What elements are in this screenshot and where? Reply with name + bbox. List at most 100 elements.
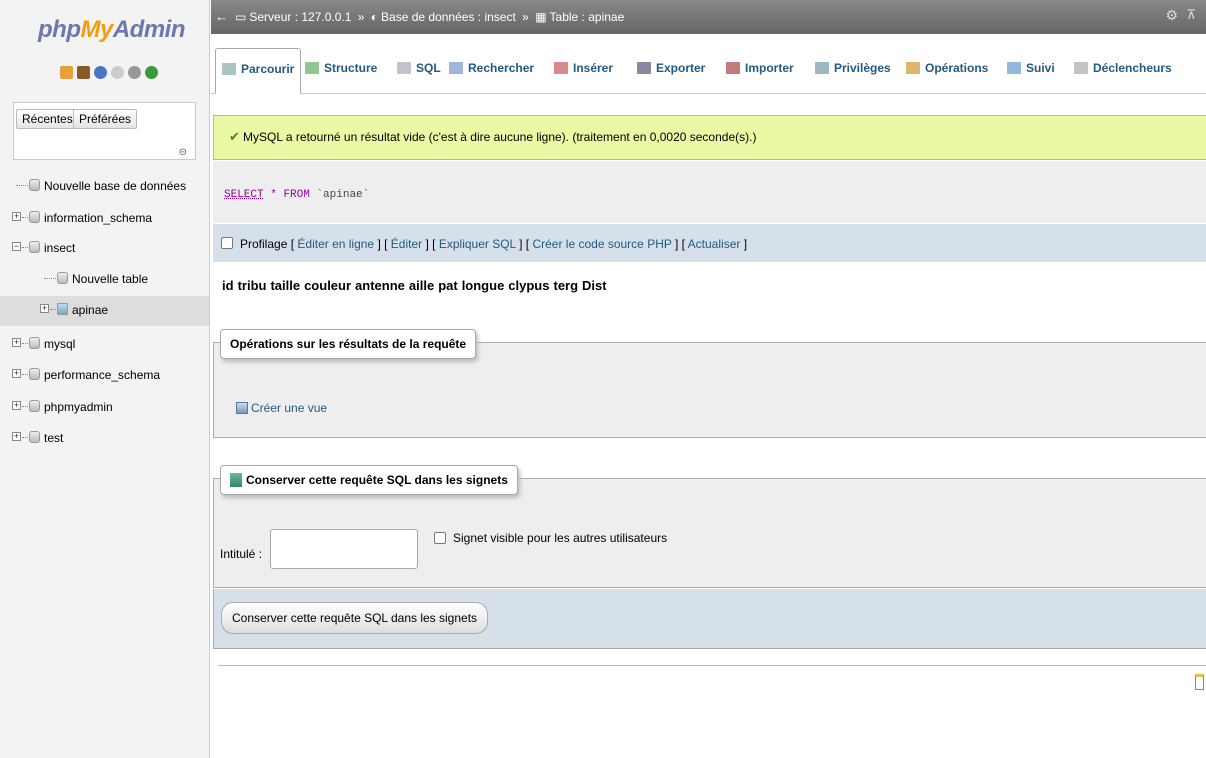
tab-label: Importer (745, 61, 794, 75)
tree-item-label[interactable]: Nouvelle base de données (44, 179, 186, 193)
column-header[interactable]: Dist (580, 276, 609, 295)
query-action-link[interactable]: Éditer (391, 237, 422, 251)
tab-recent[interactable]: Récentes (16, 109, 79, 129)
tree-item-information-schema[interactable]: + information_schema (0, 204, 209, 234)
bookmark-label: Intitulé : (220, 547, 263, 561)
tree-item-test[interactable]: + test (0, 424, 209, 454)
database-icon: ◐ (370, 10, 379, 24)
collapse-icon[interactable]: ⊼ (1186, 7, 1196, 23)
tree-item-insect[interactable]: − insect (0, 234, 209, 264)
tree-item-nouvelle-table[interactable]: Nouvelle table (0, 265, 209, 295)
breadcrumb-separator: » (522, 10, 529, 24)
query-action-link[interactable]: Éditer en ligne (297, 237, 374, 251)
tree-item-label[interactable]: insect (44, 241, 75, 255)
tab-inserer[interactable]: Insérer (548, 48, 619, 94)
tree-connector (50, 309, 56, 310)
database-icon (29, 400, 40, 412)
bookmark-submit-button[interactable]: Conserver cette requête SQL dans les sig… (221, 602, 489, 634)
sql-keyword-select[interactable]: SELECT (224, 189, 264, 201)
collapse-node-icon[interactable]: − (12, 242, 21, 251)
sql-star: * (270, 189, 277, 201)
bracket: [ (428, 237, 439, 251)
divider (218, 665, 1206, 666)
tree-item-label[interactable]: apinae (72, 303, 108, 317)
breadcrumb-database[interactable]: Base de données : insect (381, 10, 516, 24)
export-icon (637, 62, 651, 74)
back-arrow-icon[interactable]: ← (215, 9, 228, 24)
triggers-icon (1074, 62, 1088, 74)
query-action-link[interactable]: Expliquer SQL (439, 237, 516, 251)
expand-node-icon[interactable]: + (12, 432, 21, 441)
column-header[interactable]: terg (551, 276, 581, 295)
query-action-link[interactable]: Créer le code source PHP (532, 237, 671, 251)
profiling-label: Profilage (240, 237, 288, 251)
column-header[interactable]: aille (406, 276, 437, 295)
reload-icon[interactable] (145, 66, 158, 79)
query-results-operations: Opérations sur les résultats de la requê… (213, 329, 1206, 438)
logout-icon[interactable] (77, 66, 90, 79)
bookmark-legend: Conserver cette requête SQL dans les sig… (220, 465, 518, 495)
column-header[interactable]: tribu (235, 276, 269, 295)
tree-item-phpmyadmin[interactable]: + phpmyadmin (0, 393, 209, 423)
result-column-headers: id tribu taille couleur antenne aille pat longu… (220, 276, 609, 295)
tab-operations[interactable]: Opérations (900, 48, 994, 94)
gear-icon[interactable]: ⚙ (1165, 7, 1178, 24)
tab-label: Insérer (573, 61, 614, 75)
tab-parcourir[interactable]: Parcourir (215, 48, 302, 94)
create-view-link[interactable]: Créer une vue (236, 401, 327, 415)
tree-item-label[interactable]: information_schema (44, 211, 152, 225)
breadcrumb-table[interactable]: Table : apinae (550, 10, 625, 24)
expand-node-icon[interactable]: + (12, 212, 21, 221)
tree-item-mysql[interactable]: + mysql (0, 330, 209, 360)
settings-icon[interactable] (128, 66, 141, 79)
tab-declencheurs[interactable]: Déclencheurs (1068, 48, 1178, 94)
operations-icon (906, 62, 920, 74)
search-icon (449, 62, 463, 74)
link-icon[interactable]: ⊝ (179, 147, 187, 158)
tab-sql[interactable]: SQL (391, 48, 447, 94)
tab-importer[interactable]: Importer (720, 48, 800, 94)
tree-item-nouvelle-base-de-donn-es[interactable]: Nouvelle base de données (0, 172, 209, 202)
tab-favorites[interactable]: Préférées (73, 109, 138, 129)
home-icon[interactable] (60, 66, 73, 79)
bookmark-label-input[interactable] (270, 529, 418, 569)
sql-query[interactable]: SELECT * FROM `apinae` (224, 189, 369, 201)
expand-node-icon[interactable]: + (40, 304, 49, 313)
profiling-checkbox[interactable] (221, 237, 233, 249)
column-header[interactable]: couleur (302, 276, 354, 295)
tree-item-label[interactable]: Nouvelle table (72, 272, 148, 286)
breadcrumb-server[interactable]: Serveur : 127.0.0.1 (249, 10, 351, 24)
column-header[interactable]: clypus (506, 276, 552, 295)
tab-exporter[interactable]: Exporter (631, 48, 711, 94)
create-view-label: Créer une vue (251, 401, 328, 415)
console-icon[interactable] (1195, 674, 1204, 690)
tab-privileges[interactable]: Privilèges (809, 48, 897, 94)
column-header[interactable]: longue (459, 276, 507, 295)
database-icon (29, 368, 40, 380)
phpmyadmin-logo[interactable]: phpMyAdmin (38, 16, 186, 44)
bookmark-visible-checkbox[interactable] (434, 532, 446, 544)
expand-node-icon[interactable]: + (12, 369, 21, 378)
tree-item-label[interactable]: performance_schema (44, 368, 160, 382)
quick-icons (60, 66, 158, 79)
bracket: ] (374, 237, 381, 251)
tree-item-performance-schema[interactable]: + performance_schema (0, 361, 209, 391)
query-action-link[interactable]: Actualiser (688, 237, 741, 251)
column-header[interactable]: antenne (353, 276, 407, 295)
tree-item-apinae[interactable]: + apinae (0, 296, 209, 326)
expand-node-icon[interactable]: + (12, 338, 21, 347)
tree-item-label[interactable]: mysql (44, 337, 75, 351)
tab-suivi[interactable]: Suivi (1001, 48, 1061, 94)
expand-node-icon[interactable]: + (12, 401, 21, 410)
column-header[interactable]: id (220, 276, 236, 295)
insert-icon (554, 62, 568, 74)
tab-rechercher[interactable]: Rechercher (443, 48, 540, 94)
tree-item-label[interactable]: phpmyadmin (44, 400, 113, 414)
help-icon[interactable] (94, 66, 107, 79)
docs-icon[interactable] (111, 66, 124, 79)
column-header[interactable]: pat (436, 276, 460, 295)
tab-structure[interactable]: Structure (299, 48, 383, 94)
tree-item-label[interactable]: test (44, 431, 63, 445)
privileges-icon (815, 62, 829, 74)
column-header[interactable]: taille (268, 276, 303, 295)
